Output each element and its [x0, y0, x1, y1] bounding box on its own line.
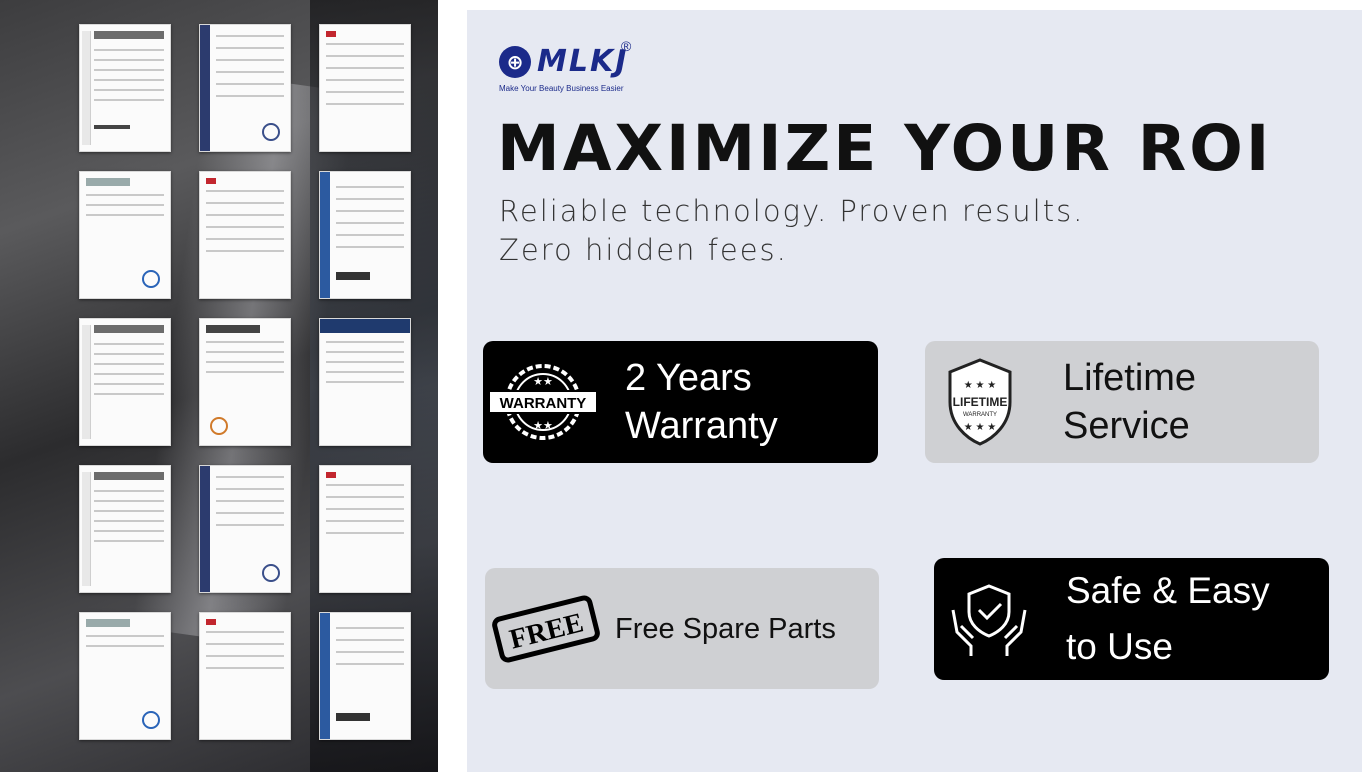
svg-text:★★: ★★ [533, 376, 553, 388]
certificate-registration [319, 318, 411, 446]
brand-tagline: Make Your Beauty Business Easier [499, 84, 624, 93]
lifetime-shield-icon: ★ ★ ★ LIFETIME WARRANTY ★ ★ ★ [925, 341, 1035, 463]
feature-safe-line1: Safe & Easy [1066, 570, 1270, 611]
certificate-sict [319, 612, 411, 740]
feature-safe-line2: to Use [1066, 626, 1173, 667]
feature-free-spare-parts-label: Free Spare Parts [615, 612, 836, 645]
feature-warranty-line2: Warranty [625, 405, 778, 447]
feature-warranty: WARRANTY ★★ ★★ 2 Years Warranty [483, 341, 878, 463]
certificate-sgs [199, 318, 291, 446]
certificate-ec-conformity [79, 465, 171, 593]
certificate-collage [0, 0, 438, 772]
certificate-sict [319, 171, 411, 299]
subtitle-line-1: Reliable technology. Proven results. [499, 194, 1085, 228]
certificate-ec-conformity [79, 318, 171, 446]
brand-logo: ⊕ MLKJ ® Make Your Beauty Business Easie… [499, 38, 699, 94]
certificate-sgs [79, 171, 171, 299]
brand-mark-icon: ⊕ [499, 46, 531, 78]
certificate-ec-conformity [79, 24, 171, 152]
hands-shield-icon [934, 558, 1044, 680]
svg-text:★ ★ ★: ★ ★ ★ [964, 380, 996, 391]
svg-text:★★: ★★ [533, 420, 553, 432]
certificate-medical-license [199, 171, 291, 299]
lifetime-badge-sub: WARRANTY [963, 412, 997, 418]
feature-free-spare-parts: FREE Free Spare Parts [485, 568, 879, 689]
warranty-badge-icon: WARRANTY ★★ ★★ [483, 341, 603, 463]
page-headline: MAXIMIZE YOUR ROI [497, 112, 1273, 185]
feature-lifetime-line1: Lifetime [1063, 357, 1197, 399]
feature-lifetime-line2: Service [1063, 405, 1190, 447]
certificate-medical-license [319, 24, 411, 152]
free-stamp-icon: FREE [485, 568, 607, 689]
certificate-medical-license [319, 465, 411, 593]
lifetime-badge-text: LIFETIME [953, 395, 1008, 409]
certificate-medical-license [199, 612, 291, 740]
registered-mark: ® [621, 38, 632, 54]
subtitle-line-2: Zero hidden fees. [499, 233, 788, 267]
certificate-verification [199, 465, 291, 593]
svg-text:★ ★ ★: ★ ★ ★ [964, 422, 996, 433]
page-subtitle: Reliable technology. Proven results. Zer… [499, 192, 1084, 270]
certificate-verification [199, 24, 291, 152]
certificate-sgs [79, 612, 171, 740]
feature-lifetime-service: ★ ★ ★ LIFETIME WARRANTY ★ ★ ★ Lifetime S… [925, 341, 1319, 463]
warranty-badge-text: WARRANTY [500, 395, 587, 412]
feature-safe-easy: Safe & Easy to Use [934, 558, 1329, 680]
feature-warranty-line1: 2 Years [625, 357, 752, 399]
brand-name: MLKJ [537, 44, 629, 79]
